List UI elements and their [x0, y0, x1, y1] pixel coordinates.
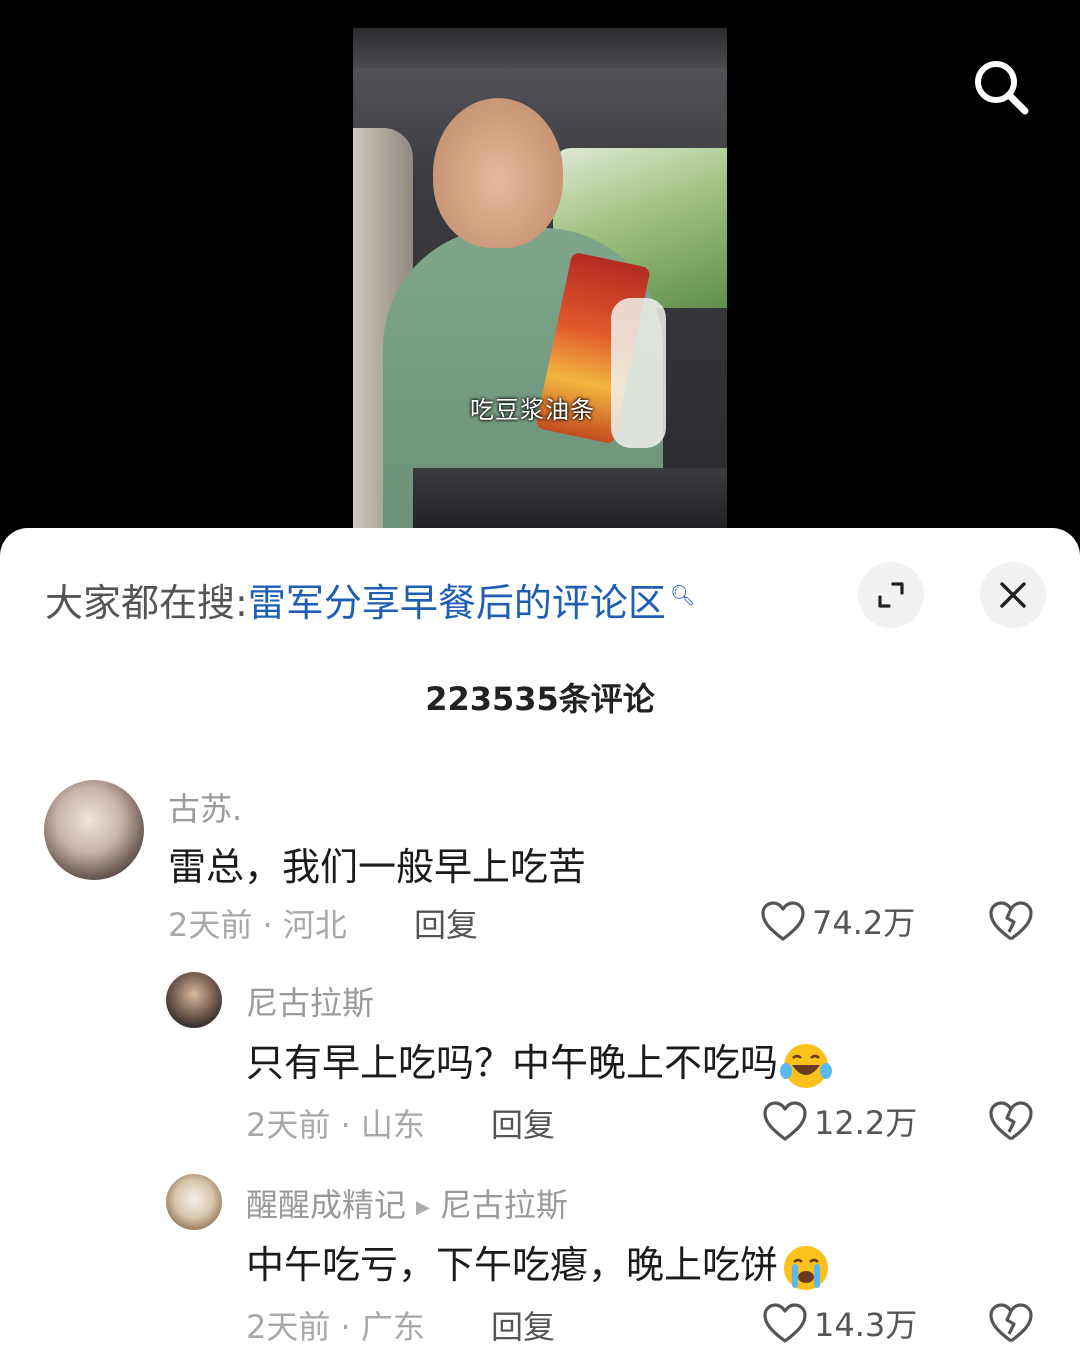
reply-item: 尼古拉斯 只有早上吃吗？中午晚上不吃吗 2天前 · 山东 回复 12.2万 — [0, 970, 1080, 1150]
expand-button[interactable] — [858, 562, 924, 628]
comment-text-body: 只有早上吃吗？中午晚上不吃吗 — [246, 1041, 779, 1085]
dislike-button[interactable] — [988, 1302, 1034, 1348]
comment-location: 广东 — [360, 1308, 425, 1346]
search-icon — [975, 61, 1029, 115]
reply-arrow-icon: ▶ — [416, 1196, 430, 1218]
expand-icon — [878, 582, 904, 608]
comment-location: 山东 — [360, 1106, 425, 1144]
heart-icon — [763, 1101, 807, 1141]
comment-text: 中午吃亏，下午吃瘪，晚上吃饼 — [246, 1234, 832, 1293]
comment-panel: 大家都在搜:雷军分享早餐后的评论区 🔍︎ 223535条评论 古苏. 雷总，我们一… — [0, 528, 1080, 1366]
reply-button[interactable]: 回复 — [414, 900, 478, 946]
dislike-button[interactable] — [988, 1100, 1034, 1146]
plastic-bag — [611, 298, 666, 448]
car-console — [413, 468, 727, 528]
comment-meta: 2天前 · 山东 — [246, 1100, 425, 1146]
comment-time: 2天前 — [246, 1308, 331, 1346]
meta-separator: · — [262, 906, 273, 944]
comment-text: 只有早上吃吗？中午晚上不吃吗 — [246, 1032, 833, 1091]
avatar[interactable] — [166, 972, 222, 1028]
comment-username[interactable]: 古苏. — [168, 784, 242, 830]
person-head — [433, 98, 563, 248]
search-small-icon: 🔍︎ — [669, 583, 696, 608]
reply-to-username[interactable]: 尼古拉斯 — [440, 1186, 568, 1224]
trending-query-link[interactable]: 雷军分享早餐后的评论区 — [248, 581, 666, 625]
comment-text: 雷总，我们一般早上吃苦 — [168, 845, 587, 889]
reply-button[interactable]: 回复 — [491, 1100, 555, 1146]
trending-search[interactable]: 大家都在搜:雷军分享早餐后的评论区 🔍︎ — [45, 572, 695, 627]
video-player[interactable]: 吃豆浆油条 — [0, 0, 1080, 540]
comment-item: 古苏. 雷总，我们一般早上吃苦 2天前 · 河北 回复 74.2万 — [0, 778, 1080, 948]
video-caption: 吃豆浆油条 — [470, 396, 595, 424]
avatar[interactable] — [166, 1174, 222, 1230]
video-frame[interactable] — [353, 28, 727, 528]
comment-meta: 2天前 · 河北 — [168, 900, 347, 946]
search-button[interactable] — [968, 54, 1034, 120]
comment-username-line: 醒醒成精记 ▶ 尼古拉斯 — [246, 1180, 568, 1226]
avatar[interactable] — [44, 780, 144, 880]
meta-separator: · — [340, 1106, 351, 1144]
loudly-crying-emoji — [784, 1245, 829, 1290]
broken-heart-icon — [989, 901, 1033, 941]
broken-heart-icon — [989, 1101, 1033, 1141]
laughing-crying-emoji — [780, 1043, 833, 1088]
comment-count: 223535条评论 — [425, 680, 655, 718]
comment-time: 2天前 — [168, 906, 253, 944]
like-button[interactable]: 74.2万 — [760, 898, 915, 944]
comment-text-body: 中午吃亏，下午吃瘪，晚上吃饼 — [246, 1243, 779, 1287]
heart-icon — [763, 1303, 807, 1343]
comment-time: 2天前 — [246, 1106, 331, 1144]
meta-separator: · — [340, 1308, 351, 1346]
reply-button[interactable]: 回复 — [491, 1302, 555, 1348]
reply-item: 醒醒成精记 ▶ 尼古拉斯 中午吃亏，下午吃瘪，晚上吃饼 2天前 · 广东 回复 14… — [0, 1172, 1080, 1366]
comment-username[interactable]: 醒醒成精记 — [246, 1186, 406, 1224]
dislike-button[interactable] — [988, 900, 1034, 946]
like-button[interactable]: 12.2万 — [762, 1098, 917, 1144]
broken-heart-icon — [989, 1303, 1033, 1343]
car-sunroof — [353, 28, 727, 68]
close-button[interactable] — [980, 562, 1046, 628]
like-button[interactable]: 14.3万 — [762, 1300, 917, 1346]
like-count: 74.2万 — [812, 904, 916, 942]
like-count: 14.3万 — [814, 1306, 918, 1344]
trending-prefix: 大家都在搜: — [45, 581, 248, 625]
comment-username[interactable]: 尼古拉斯 — [246, 978, 374, 1024]
comment-location: 河北 — [282, 906, 347, 944]
heart-icon — [761, 901, 805, 941]
comment-meta: 2天前 · 广东 — [246, 1302, 425, 1348]
close-icon — [1000, 582, 1026, 608]
like-count: 12.2万 — [814, 1104, 918, 1142]
